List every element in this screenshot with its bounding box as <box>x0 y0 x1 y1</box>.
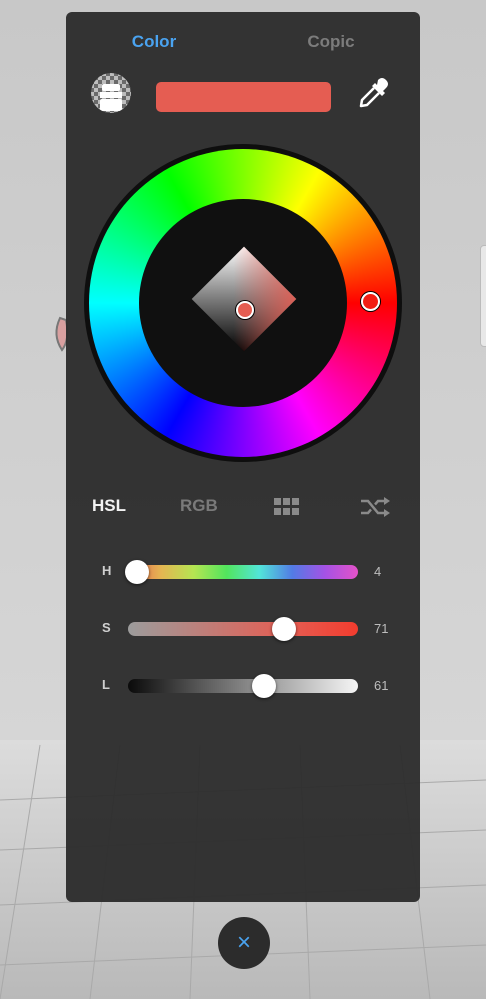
close-icon: × <box>236 929 251 956</box>
hue-slider-label: H <box>102 563 112 578</box>
hue-slider-thumb[interactable] <box>125 560 150 584</box>
transparent-swatch-icon[interactable] <box>90 72 132 114</box>
lightness-slider-thumb[interactable] <box>251 674 276 698</box>
lightness-slider-track[interactable] <box>128 679 358 693</box>
lightness-slider-label: L <box>102 677 110 692</box>
lightness-value: 61 <box>374 678 389 693</box>
side-edge-handle[interactable] <box>480 245 486 347</box>
mode-rgb-tab[interactable]: RGB <box>180 496 218 516</box>
lightness-slider-row: L 61 <box>66 674 420 698</box>
current-color-preview <box>156 82 331 112</box>
close-button[interactable]: × <box>218 917 270 969</box>
saturation-slider-thumb[interactable] <box>272 617 297 641</box>
saturation-value: 71 <box>374 621 389 636</box>
hue-slider-row: H 4 <box>66 560 420 584</box>
hue-slider-track[interactable] <box>128 565 358 579</box>
saturation-slider-track[interactable] <box>128 622 358 636</box>
tab-color[interactable]: Color <box>94 32 214 52</box>
sl-picker-marker[interactable] <box>236 301 254 319</box>
color-picker-panel: Color Copic HSL RGB H 4 S 71 L 61 <box>66 12 420 902</box>
tab-copic[interactable]: Copic <box>271 32 391 52</box>
saturation-slider-label: S <box>102 620 111 635</box>
hue-picker-marker[interactable] <box>361 292 380 311</box>
shuffle-icon[interactable] <box>360 496 390 518</box>
grid-icon[interactable] <box>274 498 300 516</box>
mode-hsl-tab[interactable]: HSL <box>92 496 126 516</box>
mode-selector: HSL RGB <box>66 496 420 520</box>
eyedropper-icon[interactable] <box>356 76 392 112</box>
saturation-slider-row: S 71 <box>66 617 420 641</box>
color-wheel[interactable] <box>84 144 402 462</box>
hue-value: 4 <box>374 564 382 579</box>
